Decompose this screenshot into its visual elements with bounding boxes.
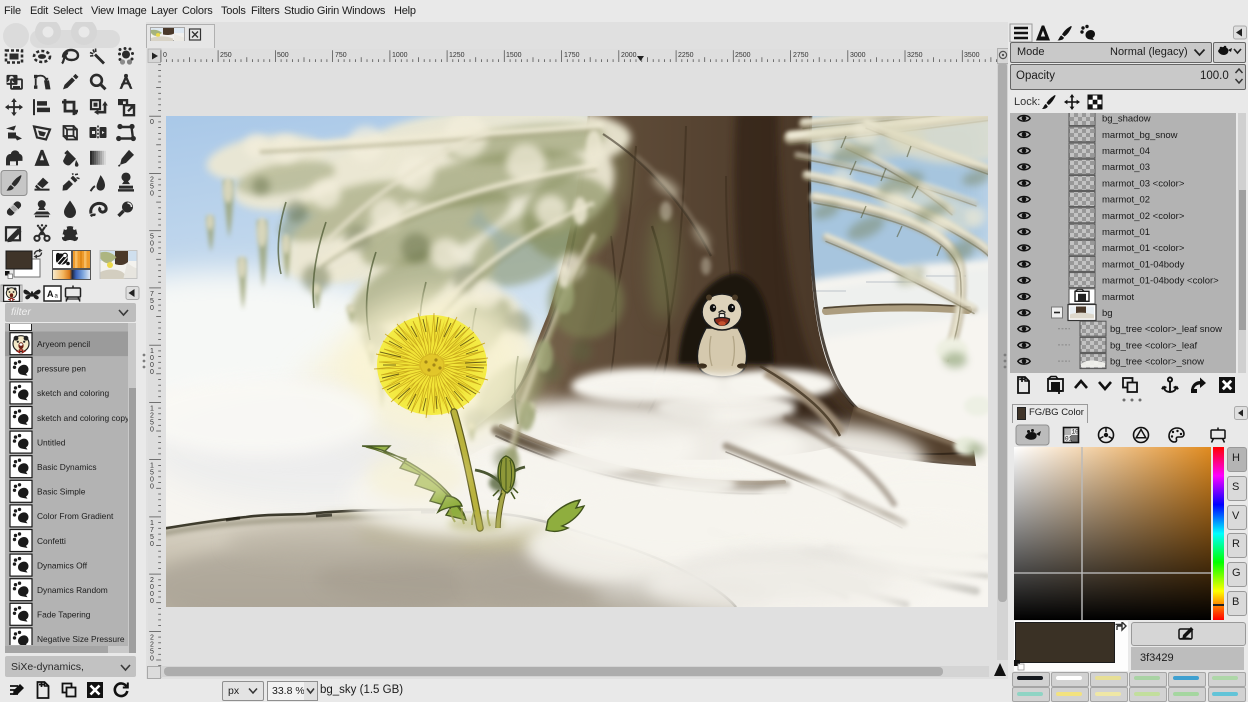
svg-text:0: 0 — [150, 426, 154, 433]
svg-text:3500: 3500 — [964, 52, 980, 59]
svg-text:1250: 1250 — [449, 52, 465, 59]
svg-text:Untitled: Untitled — [37, 437, 66, 447]
svg-text:250: 250 — [220, 52, 232, 59]
svg-text:marmot_01 <color>: marmot_01 <color> — [1102, 243, 1185, 254]
svg-text:pressure pen: pressure pen — [37, 364, 86, 374]
svg-text:1: 1 — [150, 520, 154, 527]
svg-text:1000: 1000 — [392, 52, 408, 59]
svg-text:0: 0 — [150, 119, 154, 126]
svg-text:sketch and coloring copy: sketch and coloring copy — [37, 413, 130, 423]
svg-text:500: 500 — [277, 52, 289, 59]
svg-text:Aryeom pencil: Aryeom pencil — [37, 339, 90, 349]
svg-text:0: 0 — [150, 241, 154, 248]
svg-text:2: 2 — [150, 634, 154, 641]
svg-text:3000: 3000 — [850, 52, 866, 59]
svg-text:5: 5 — [150, 470, 154, 477]
svg-text:marmot_03: marmot_03 — [1102, 162, 1150, 173]
svg-text:marmot_01-04body <color>: marmot_01-04body <color> — [1102, 276, 1219, 287]
svg-text:3250: 3250 — [907, 52, 923, 59]
svg-text:10: 10 — [1072, 429, 1080, 436]
svg-text:marmot_04: marmot_04 — [1102, 146, 1150, 157]
svg-text:0: 0 — [150, 477, 154, 484]
svg-text:2: 2 — [150, 412, 154, 419]
svg-text:1750: 1750 — [564, 52, 580, 59]
svg-text:5: 5 — [150, 298, 154, 305]
svg-text:0: 0 — [150, 248, 154, 255]
svg-text:5: 5 — [150, 183, 154, 190]
svg-text:marmot_01: marmot_01 — [1102, 227, 1150, 238]
svg-text:0: 0 — [150, 190, 154, 197]
svg-text:bg_tree <color>_snow: bg_tree <color>_snow — [1110, 357, 1204, 368]
svg-text:2500: 2500 — [735, 52, 751, 59]
svg-text:bg_tree <color>_leaf: bg_tree <color>_leaf — [1110, 340, 1198, 351]
svg-text:Dynamics Off: Dynamics Off — [37, 560, 88, 570]
svg-text:1: 1 — [150, 463, 154, 470]
svg-text:0: 0 — [150, 484, 154, 491]
svg-text:marmot_bg_snow: marmot_bg_snow — [1102, 130, 1178, 141]
svg-text:0: 0 — [150, 655, 154, 662]
svg-text:01: 01 — [1065, 436, 1073, 443]
svg-text:Fade Tapering: Fade Tapering — [37, 610, 91, 620]
svg-text:marmot_02: marmot_02 — [1102, 195, 1150, 206]
svg-text:2: 2 — [150, 176, 154, 183]
svg-text:Confetti: Confetti — [37, 536, 66, 546]
svg-text:0: 0 — [150, 305, 154, 312]
svg-text:0: 0 — [150, 541, 154, 548]
svg-text:bg: bg — [1102, 308, 1113, 319]
svg-text:marmot_03 <color>: marmot_03 <color> — [1102, 178, 1185, 189]
svg-text:7: 7 — [150, 291, 154, 298]
svg-text:0: 0 — [150, 584, 154, 591]
svg-text:1: 1 — [150, 348, 154, 355]
svg-text:bg_shadow: bg_shadow — [1102, 114, 1151, 125]
svg-text:Basic Dynamics: Basic Dynamics — [37, 462, 97, 472]
svg-text:marmot_02 <color>: marmot_02 <color> — [1102, 211, 1185, 222]
svg-text:750: 750 — [335, 52, 347, 59]
svg-text:Basic Simple: Basic Simple — [37, 487, 86, 497]
svg-text:2750: 2750 — [793, 52, 809, 59]
svg-text:marmot: marmot — [1102, 292, 1135, 303]
svg-text:2250: 2250 — [678, 52, 694, 59]
svg-text:A: A — [47, 289, 54, 299]
svg-text:0: 0 — [150, 598, 154, 605]
svg-text:5: 5 — [150, 234, 154, 241]
svg-text:Negative Size Pressure: Negative Size Pressure — [37, 634, 125, 644]
svg-text:2: 2 — [150, 641, 154, 648]
svg-text:bg_tree <color>_leaf snow: bg_tree <color>_leaf snow — [1110, 324, 1222, 335]
svg-text:5: 5 — [150, 648, 154, 655]
svg-text:5: 5 — [150, 419, 154, 426]
svg-text:0: 0 — [150, 362, 154, 369]
svg-text:Dynamics Random: Dynamics Random — [37, 585, 108, 595]
svg-text:marmot_01-04body: marmot_01-04body — [1102, 259, 1185, 270]
svg-text:0: 0 — [150, 355, 154, 362]
svg-text:sketch and coloring: sketch and coloring — [37, 388, 110, 398]
svg-text:5: 5 — [150, 534, 154, 541]
svg-text:1500: 1500 — [506, 52, 522, 59]
svg-text:0: 0 — [150, 369, 154, 376]
svg-text:Color From Gradient: Color From Gradient — [37, 511, 114, 521]
svg-text:0: 0 — [163, 52, 167, 59]
svg-text:0: 0 — [150, 591, 154, 598]
svg-text:2000: 2000 — [621, 52, 637, 59]
svg-text:7: 7 — [150, 527, 154, 534]
svg-text:1: 1 — [150, 405, 154, 412]
svg-text:2: 2 — [150, 577, 154, 584]
